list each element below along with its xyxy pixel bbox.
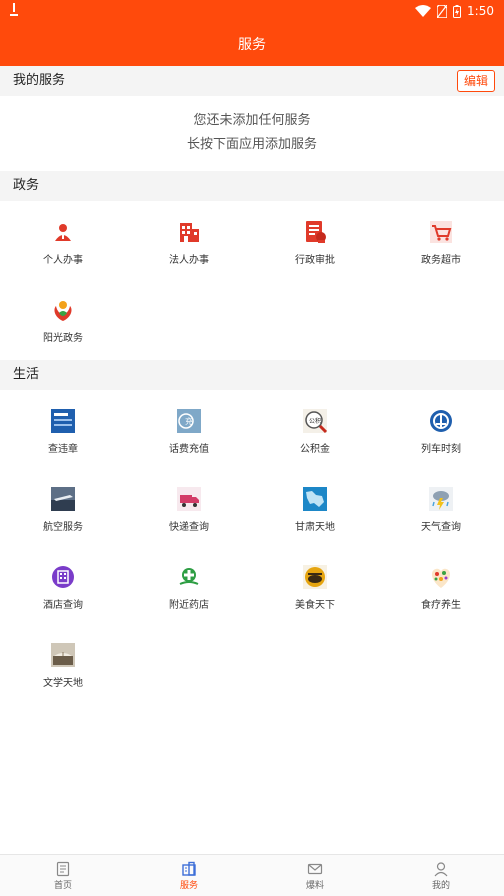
- service-gov-market[interactable]: 政务超市: [378, 201, 504, 279]
- service-label: 美食天下: [295, 600, 335, 611]
- service-label: 政务超市: [421, 255, 461, 266]
- battery-icon: [453, 4, 462, 18]
- pharmacy-icon: [177, 565, 201, 589]
- person-icon: [52, 221, 74, 243]
- service-label: 甘肃天地: [295, 522, 335, 533]
- tab-label: 首页: [53, 881, 72, 891]
- service-label: 快递查询: [169, 522, 209, 533]
- service-label: 文学天地: [43, 678, 83, 689]
- gansu-map-icon: [303, 487, 327, 511]
- svg-text:公积: 公积: [309, 417, 321, 425]
- status-bar: 1:50: [0, 0, 504, 24]
- books-icon: [51, 643, 75, 667]
- wifi-icon: [415, 5, 432, 17]
- service-label: 话费充值: [169, 444, 209, 455]
- tab-service[interactable]: 服务: [126, 855, 252, 896]
- life-section-title: 生活: [13, 367, 40, 382]
- service-food[interactable]: 美食天下: [252, 546, 378, 624]
- delivery-truck-icon: [177, 487, 201, 511]
- housing-fund-icon: 公积: [303, 409, 328, 434]
- service-personal[interactable]: 个人办事: [0, 201, 126, 279]
- service-label: 个人办事: [43, 255, 83, 266]
- service-label: 查违章: [48, 444, 78, 455]
- service-delivery[interactable]: 快递查询: [126, 468, 252, 546]
- svg-text:充: 充: [185, 416, 193, 426]
- tab-mine[interactable]: 我的: [378, 855, 504, 896]
- service-label: 附近药店: [169, 600, 209, 611]
- tab-label: 服务: [179, 881, 198, 891]
- service-train[interactable]: 列车时刻: [378, 390, 504, 468]
- service-literature[interactable]: 文学天地: [0, 624, 126, 702]
- notification-icon: [10, 3, 18, 20]
- mail-icon: [307, 863, 323, 875]
- service-airline[interactable]: 航空服务: [0, 468, 126, 546]
- status-time: 1:50: [467, 4, 494, 18]
- empty-hint-line2: 长按下面应用添加服务: [186, 137, 317, 152]
- gov-section-header: 政务: [0, 171, 504, 201]
- life-section-header: 生活: [0, 360, 504, 390]
- service-legal[interactable]: 法人办事: [126, 201, 252, 279]
- service-approval[interactable]: 行政审批: [252, 201, 378, 279]
- service-label: 公积金: [300, 444, 330, 455]
- service-sunshine-gov[interactable]: 阳光政务: [0, 279, 126, 357]
- my-services-title: 我的服务: [13, 73, 66, 88]
- service-weather[interactable]: 天气查询: [378, 468, 504, 546]
- service-label: 行政审批: [295, 255, 335, 266]
- bottom-nav: 首页 服务 爆料 我的: [0, 854, 504, 896]
- traffic-violation-icon: [51, 409, 75, 433]
- health-food-icon: [431, 568, 451, 588]
- service-gansu[interactable]: 甘肃天地: [252, 468, 378, 546]
- service-icon: [182, 861, 196, 876]
- weather-icon: [429, 487, 453, 511]
- sunshine-gov-logo-icon: [54, 301, 72, 321]
- service-label: 天气查询: [421, 522, 461, 533]
- train-icon: [430, 410, 452, 432]
- edit-button[interactable]: 编辑: [456, 70, 495, 92]
- service-housing-fund[interactable]: 公积 公积金: [252, 390, 378, 468]
- phone-recharge-icon: 充: [177, 409, 201, 433]
- building-icon: [180, 223, 199, 242]
- document-approval-icon: [306, 221, 326, 243]
- empty-hint-line1: 您还未添加任何服务: [193, 113, 311, 128]
- page-title: 服务: [0, 24, 504, 66]
- shopping-cart-icon: [430, 221, 452, 243]
- tab-label: 爆料: [305, 881, 324, 891]
- my-services-header: 我的服务 编辑: [0, 66, 504, 96]
- tab-label: 我的: [431, 881, 450, 891]
- service-label: 航空服务: [43, 522, 83, 533]
- service-health-food[interactable]: 食疗养生: [378, 546, 504, 624]
- service-traffic-violation[interactable]: 查违章: [0, 390, 126, 468]
- service-hotel[interactable]: 酒店查询: [0, 546, 126, 624]
- no-sim-icon: [437, 4, 448, 18]
- service-pharmacy[interactable]: 附近药店: [126, 546, 252, 624]
- service-label: 阳光政务: [43, 333, 83, 344]
- profile-icon: [434, 862, 448, 877]
- service-label: 食疗养生: [421, 600, 461, 611]
- airplane-icon: [51, 487, 75, 511]
- tab-home[interactable]: 首页: [0, 855, 126, 896]
- life-grid: 查违章 充 话费充值 公积 公积金 列车时刻 航空服务 快递查询 甘肃天地 天气…: [0, 390, 504, 702]
- my-services-empty: 您还未添加任何服务 长按下面应用添加服务: [0, 96, 504, 171]
- service-phone-recharge[interactable]: 充 话费充值: [126, 390, 252, 468]
- hotel-icon: [52, 566, 74, 588]
- service-label: 列车时刻: [421, 444, 461, 455]
- gov-section-title: 政务: [13, 178, 40, 193]
- tab-report[interactable]: 爆料: [252, 855, 378, 896]
- service-label: 法人办事: [169, 255, 209, 266]
- food-icon: [303, 565, 327, 589]
- service-label: 酒店查询: [43, 600, 83, 611]
- home-icon: [56, 861, 70, 877]
- gov-grid: 个人办事 法人办事 行政审批 政务超市 阳光政务: [0, 201, 504, 359]
